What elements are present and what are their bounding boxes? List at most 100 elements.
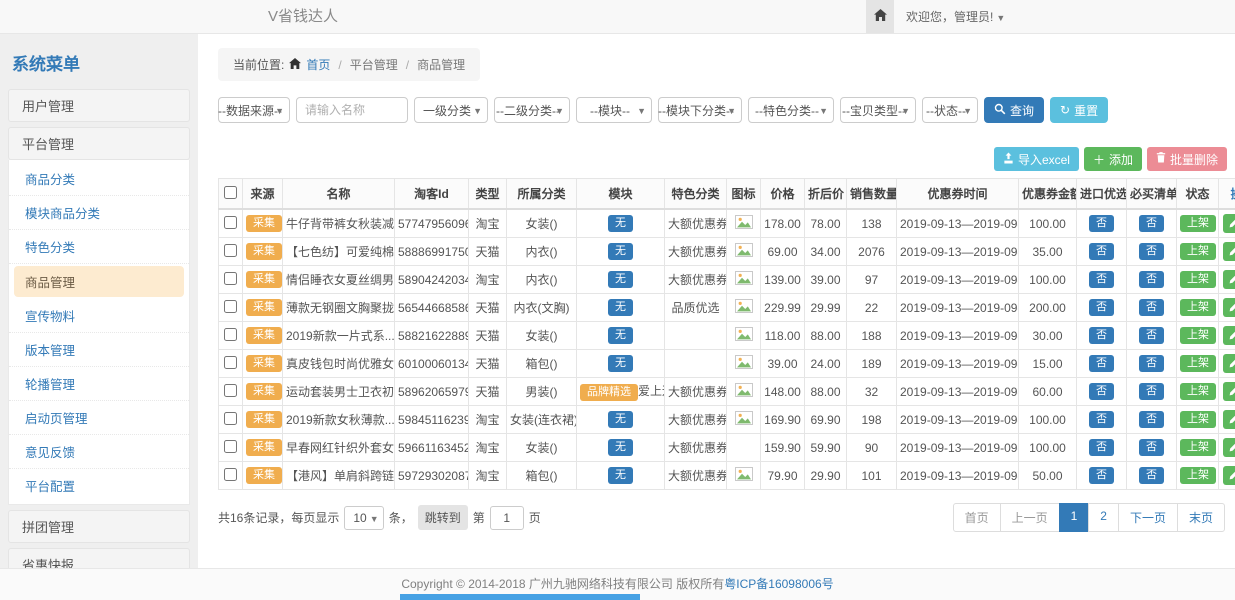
module-text: 爱上运动 <box>638 384 665 398</box>
filter-select[interactable]: --数据来源--▼ <box>218 97 290 123</box>
edit-button[interactable] <box>1223 270 1235 289</box>
page-button[interactable]: 1 <box>1059 503 1090 532</box>
page-button[interactable]: 首页 <box>953 503 1001 532</box>
coupon-time-cell: 2019-09-13—2019-09-19 <box>897 322 1019 350</box>
page-button[interactable]: 末页 <box>1177 503 1225 532</box>
filter-select[interactable]: --模块--▼ <box>576 97 652 123</box>
must-buy-cell: 否 <box>1127 378 1177 406</box>
name-search-input[interactable] <box>296 97 408 123</box>
import-select-badge: 否 <box>1089 215 1114 232</box>
coupon-time-cell: 2019-09-13—2019-09-17 <box>897 294 1019 322</box>
coupon-amount-cell: 50.00 <box>1019 462 1077 490</box>
coupon-time-cell: 2019-09-13—2019-09-17 <box>897 209 1019 238</box>
edit-button[interactable] <box>1223 382 1235 401</box>
checkbox-cell <box>219 209 243 238</box>
sidebar-item[interactable]: 版本管理 <box>9 333 189 367</box>
feature-cell: 大额优惠券 <box>665 238 727 266</box>
row-checkbox[interactable] <box>224 244 237 257</box>
import-select-cell: 否 <box>1077 406 1127 434</box>
sales-cell: 97 <box>847 266 897 294</box>
icp-link[interactable]: 粤ICP备16098006号 <box>724 577 833 591</box>
sidebar-section-header[interactable]: 用户管理 <box>8 89 190 122</box>
row-checkbox[interactable] <box>224 216 237 229</box>
sales-cell: 198 <box>847 406 897 434</box>
reset-button[interactable]: ↻ 重置 <box>1050 97 1108 123</box>
select-all-cell <box>219 179 243 210</box>
row-checkbox[interactable] <box>224 412 237 425</box>
sidebar-item[interactable]: 商品分类 <box>9 162 189 196</box>
filter-select[interactable]: --二级分类--▼ <box>494 97 570 123</box>
filter-select-value: 一级分类 <box>423 102 471 119</box>
home-button[interactable] <box>866 0 894 33</box>
row-checkbox[interactable] <box>224 440 237 453</box>
import-select-cell: 否 <box>1077 266 1127 294</box>
row-checkbox[interactable] <box>224 356 237 369</box>
page-number-input[interactable] <box>490 506 524 530</box>
sales-cell: 138 <box>847 209 897 238</box>
status-badge: 上架 <box>1180 439 1216 456</box>
chevron-down-icon: ▼ <box>275 106 284 116</box>
search-button[interactable]: 查询 <box>984 97 1044 123</box>
row-checkbox[interactable] <box>224 468 237 481</box>
edit-button[interactable] <box>1223 354 1235 373</box>
module-badge: 无 <box>608 355 633 372</box>
sidebar-item[interactable]: 特色分类 <box>9 230 189 264</box>
sidebar-item[interactable]: 意见反馈 <box>9 435 189 469</box>
edit-button[interactable] <box>1223 410 1235 429</box>
horizontal-scrollbar-thumb[interactable] <box>400 594 640 600</box>
page-button[interactable]: 上一页 <box>1000 503 1060 532</box>
filter-select[interactable]: --模块下分类--▼ <box>658 97 742 123</box>
sidebar-section-header[interactable]: 省惠快报 <box>8 548 190 568</box>
user-menu[interactable]: 欢迎您，管理员!▼ <box>906 0 1005 35</box>
add-button[interactable]: ＋ 添加 <box>1084 147 1142 171</box>
sidebar-item[interactable]: 宣传物料 <box>9 299 189 333</box>
row-checkbox[interactable] <box>224 384 237 397</box>
coupon-amount-cell: 100.00 <box>1019 434 1077 462</box>
module-badge: 无 <box>608 243 633 260</box>
edit-button[interactable] <box>1223 242 1235 261</box>
row-checkbox[interactable] <box>224 300 237 313</box>
sidebar-section-header[interactable]: 平台管理 <box>8 127 190 160</box>
checkbox-cell <box>219 462 243 490</box>
sidebar-item[interactable]: 商品管理 <box>14 266 184 297</box>
sidebar-section-header[interactable]: 拼团管理 <box>8 510 190 543</box>
name-cell: 【港风】单肩斜跨链条... <box>283 462 395 490</box>
import-excel-button[interactable]: 导入excel <box>994 147 1079 171</box>
page-button[interactable]: 下一页 <box>1118 503 1178 532</box>
category-cell: 内衣() <box>507 266 577 294</box>
edit-button[interactable] <box>1223 298 1235 317</box>
per-page-select[interactable]: 10▼ <box>344 506 383 530</box>
module-badge: 无 <box>608 299 633 316</box>
chevron-down-icon: ▼ <box>637 106 646 116</box>
edit-button[interactable] <box>1223 214 1235 233</box>
row-checkbox[interactable] <box>224 272 237 285</box>
breadcrumb-separator: / <box>403 58 412 72</box>
page-button[interactable]: 2 <box>1088 503 1119 532</box>
must-buy-cell: 否 <box>1127 350 1177 378</box>
module-cell: 无 <box>577 266 665 294</box>
filter-select[interactable]: --状态--▼ <box>922 97 978 123</box>
batch-delete-button[interactable]: 批量删除 <box>1147 147 1227 171</box>
sidebar-item[interactable]: 模块商品分类 <box>9 196 189 230</box>
select-all-checkbox[interactable] <box>224 186 237 199</box>
actions-cell <box>1219 462 1235 490</box>
sidebar-item[interactable]: 轮播管理 <box>9 367 189 401</box>
breadcrumb-home-link[interactable]: 首页 <box>306 56 330 73</box>
sidebar-item[interactable]: 启动页管理 <box>9 401 189 435</box>
filter-select[interactable]: --宝贝类型--▼ <box>840 97 916 123</box>
jump-button[interactable]: 跳转到 <box>418 505 468 530</box>
category-cell: 女装(连衣裙) <box>507 406 577 434</box>
filter-select[interactable]: --特色分类--▼ <box>748 97 834 123</box>
checkbox-cell <box>219 434 243 462</box>
filter-select[interactable]: 一级分类▼ <box>414 97 488 123</box>
edit-button[interactable] <box>1223 466 1235 485</box>
edit-button[interactable] <box>1223 438 1235 457</box>
price-cell: 118.00 <box>761 322 805 350</box>
sidebar-item[interactable]: 平台配置 <box>9 469 189 502</box>
status-cell: 上架 <box>1177 434 1219 462</box>
edit-button[interactable] <box>1223 326 1235 345</box>
row-checkbox[interactable] <box>224 328 237 341</box>
home-icon <box>289 58 301 72</box>
status-cell: 上架 <box>1177 406 1219 434</box>
import-select-cell: 否 <box>1077 238 1127 266</box>
